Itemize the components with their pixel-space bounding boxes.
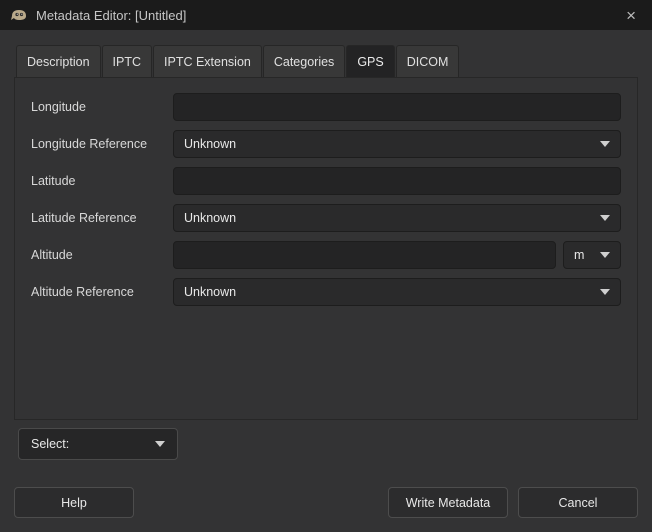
title-bar: Metadata Editor: [Untitled] ×	[0, 0, 652, 30]
select-dropdown-label: Select:	[31, 437, 69, 451]
altitude-reference-dropdown[interactable]: Unknown	[173, 278, 621, 306]
cancel-button[interactable]: Cancel	[518, 487, 638, 518]
tab-description[interactable]: Description	[16, 45, 101, 77]
dialog-footer: Help Write Metadata Cancel	[0, 487, 652, 532]
tab-dicom[interactable]: DICOM	[396, 45, 460, 77]
longitude-reference-label: Longitude Reference	[31, 137, 173, 151]
tab-gps[interactable]: GPS	[346, 45, 394, 77]
footer-action-buttons: Write Metadata Cancel	[388, 487, 638, 518]
latitude-label: Latitude	[31, 174, 173, 188]
altitude-input[interactable]	[173, 241, 556, 269]
close-icon[interactable]: ×	[620, 5, 642, 26]
tab-strip: Description IPTC IPTC Extension Categori…	[0, 30, 652, 77]
select-row: Select:	[0, 420, 652, 460]
latitude-reference-label: Latitude Reference	[31, 211, 173, 225]
row-longitude: Longitude	[31, 93, 621, 121]
latitude-reference-dropdown[interactable]: Unknown	[173, 204, 621, 232]
row-latitude-reference: Latitude Reference Unknown	[31, 204, 621, 232]
select-dropdown[interactable]: Select:	[18, 428, 178, 460]
longitude-input[interactable]	[173, 93, 621, 121]
tab-categories[interactable]: Categories	[263, 45, 345, 77]
chevron-down-icon	[600, 252, 610, 258]
altitude-unit-dropdown[interactable]: m	[563, 241, 621, 269]
altitude-controls: m	[173, 241, 621, 269]
chevron-down-icon	[600, 289, 610, 295]
longitude-label: Longitude	[31, 100, 173, 114]
row-altitude-reference: Altitude Reference Unknown	[31, 278, 621, 306]
altitude-unit-value: m	[574, 248, 584, 262]
tab-iptc-extension[interactable]: IPTC Extension	[153, 45, 262, 77]
metadata-editor-window: Metadata Editor: [Untitled] × Descriptio…	[0, 0, 652, 532]
chevron-down-icon	[600, 141, 610, 147]
write-metadata-button[interactable]: Write Metadata	[388, 487, 508, 518]
window-title: Metadata Editor: [Untitled]	[36, 8, 612, 23]
row-altitude: Altitude m	[31, 241, 621, 269]
altitude-reference-value: Unknown	[184, 285, 236, 299]
tab-iptc[interactable]: IPTC	[102, 45, 152, 77]
altitude-reference-label: Altitude Reference	[31, 285, 173, 299]
latitude-input[interactable]	[173, 167, 621, 195]
longitude-reference-value: Unknown	[184, 137, 236, 151]
longitude-reference-dropdown[interactable]: Unknown	[173, 130, 621, 158]
row-longitude-reference: Longitude Reference Unknown	[31, 130, 621, 158]
help-button[interactable]: Help	[14, 487, 134, 518]
latitude-reference-value: Unknown	[184, 211, 236, 225]
altitude-label: Altitude	[31, 248, 173, 262]
gimp-app-icon	[10, 7, 28, 23]
gps-panel: Longitude Longitude Reference Unknown La…	[14, 77, 638, 420]
chevron-down-icon	[600, 215, 610, 221]
row-latitude: Latitude	[31, 167, 621, 195]
chevron-down-icon	[155, 441, 165, 447]
